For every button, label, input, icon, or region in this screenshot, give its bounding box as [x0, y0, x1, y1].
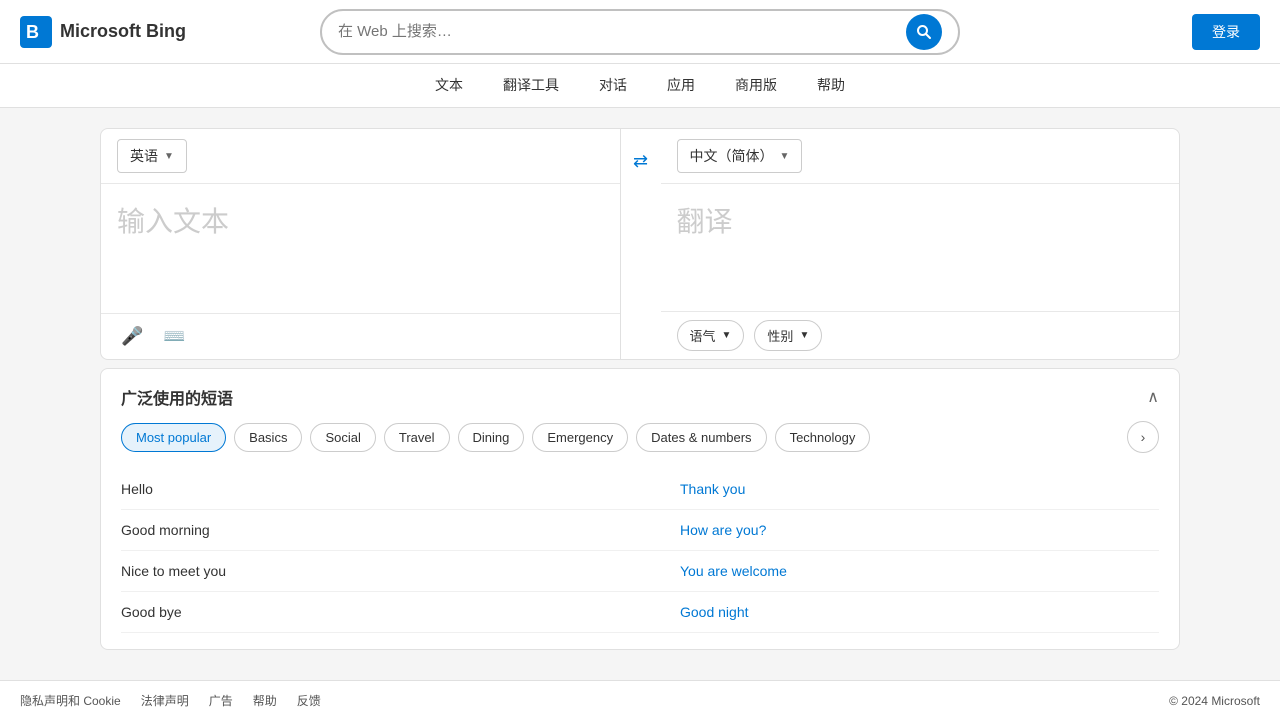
phrases-section: 广泛使用的短语 ∧ Most popular Basics Social Tra…: [100, 368, 1180, 650]
source-lang-selector: 英语 ▼: [101, 129, 620, 184]
phrase-good-morning[interactable]: Good morning: [121, 510, 640, 551]
nav-item-conversation[interactable]: 对话: [595, 63, 631, 109]
tone-dropdown[interactable]: 语气 ▼: [677, 320, 745, 351]
source-lang-arrow-icon: ▼: [164, 151, 174, 162]
nav: 文本 翻译工具 对话 应用 商用版 帮助: [0, 64, 1280, 108]
nav-item-translate[interactable]: 翻译工具: [499, 63, 563, 109]
phrase-hello[interactable]: Hello: [121, 469, 640, 510]
header-right: 登录: [1060, 14, 1260, 50]
nav-item-enterprise[interactable]: 商用版: [731, 63, 781, 109]
target-lang-label: 中文（简体）: [690, 146, 774, 166]
gender-arrow-icon: ▼: [799, 330, 809, 341]
footer-link-feedback[interactable]: 反馈: [297, 692, 321, 709]
phrase-how-are-you[interactable]: How are you?: [640, 510, 1159, 551]
phrase-nice-to-meet-you[interactable]: Nice to meet you: [121, 551, 640, 592]
tabs-next-button[interactable]: ›: [1127, 421, 1159, 453]
phrases-list: Hello Thank you Good morning How are you…: [121, 469, 1159, 633]
gender-label: 性别: [767, 326, 793, 345]
search-bar: [320, 9, 960, 55]
target-tools: 语气 ▼ 性别 ▼: [661, 311, 1180, 359]
source-placeholder: 输入文本: [117, 206, 229, 237]
tab-most-popular[interactable]: Most popular: [121, 423, 226, 452]
phrases-header: 广泛使用的短语 ∧: [121, 385, 1159, 409]
microphone-button[interactable]: 🎤: [117, 322, 147, 351]
source-panel: 英语 ▼ 输入文本 🎤 ⌨️: [101, 129, 621, 359]
tone-label: 语气: [690, 326, 716, 345]
tab-dining[interactable]: Dining: [458, 423, 525, 452]
target-lang-arrow-icon: ▼: [780, 151, 790, 162]
source-lang-label: 英语: [130, 146, 158, 166]
phrases-title: 广泛使用的短语: [121, 385, 233, 409]
tab-travel[interactable]: Travel: [384, 423, 450, 452]
gender-dropdown[interactable]: 性别 ▼: [754, 320, 822, 351]
search-button[interactable]: [906, 14, 942, 50]
footer-copyright: © 2024 Microsoft: [1169, 694, 1260, 708]
target-lang-selector: 中文（简体） ▼: [661, 129, 1180, 184]
tab-basics[interactable]: Basics: [234, 423, 302, 452]
tab-social[interactable]: Social: [310, 423, 375, 452]
logo-text: Microsoft Bing: [60, 21, 186, 42]
footer-link-help[interactable]: 帮助: [253, 692, 277, 709]
logo-area: B Microsoft Bing: [20, 16, 220, 48]
keyboard-button[interactable]: ⌨️: [159, 322, 189, 351]
target-lang-dropdown[interactable]: 中文（简体） ▼: [677, 139, 803, 173]
nav-item-apps[interactable]: 应用: [663, 63, 699, 109]
search-bar-container: [220, 9, 1060, 55]
translator-top: 英语 ▼ 输入文本 🎤 ⌨️ ⇄ 中文（简体）: [101, 129, 1179, 359]
source-tools: 🎤 ⌨️: [101, 313, 620, 359]
source-text-area: 输入文本: [101, 184, 620, 313]
footer-link-legal[interactable]: 法律声明: [141, 692, 189, 709]
swap-languages-button[interactable]: ⇄: [621, 141, 661, 181]
nav-item-text[interactable]: 文本: [431, 63, 467, 109]
translation-placeholder: 翻译: [677, 206, 733, 237]
svg-text:B: B: [26, 22, 39, 42]
phrase-you-are-welcome[interactable]: You are welcome: [640, 551, 1159, 592]
collapse-button[interactable]: ∧: [1147, 387, 1159, 407]
nav-item-help[interactable]: 帮助: [813, 63, 849, 109]
tab-dates-numbers[interactable]: Dates & numbers: [636, 423, 766, 452]
tone-arrow-icon: ▼: [722, 330, 732, 341]
main-content: 英语 ▼ 输入文本 🎤 ⌨️ ⇄ 中文（简体）: [0, 108, 1280, 670]
phrase-thank-you[interactable]: Thank you: [640, 469, 1159, 510]
bing-logo-icon: B: [20, 16, 52, 48]
phrase-good-bye[interactable]: Good bye: [121, 592, 640, 633]
translator: 英语 ▼ 输入文本 🎤 ⌨️ ⇄ 中文（简体）: [100, 128, 1180, 360]
search-input[interactable]: [338, 23, 898, 40]
tab-emergency[interactable]: Emergency: [532, 423, 628, 452]
target-panel: 中文（简体） ▼ 翻译 语气 ▼ 性别 ▼: [661, 129, 1180, 359]
footer-link-privacy[interactable]: 隐私声明和 Cookie: [20, 692, 121, 709]
footer-link-ads[interactable]: 广告: [209, 692, 233, 709]
phrase-good-night[interactable]: Good night: [640, 592, 1159, 633]
header: B Microsoft Bing 登录: [0, 0, 1280, 64]
tab-technology[interactable]: Technology: [775, 423, 871, 452]
footer: 隐私声明和 Cookie 法律声明 广告 帮助 反馈 © 2024 Micros…: [0, 680, 1280, 720]
source-lang-dropdown[interactable]: 英语 ▼: [117, 139, 187, 173]
target-text-area: 翻译: [661, 184, 1180, 311]
phrases-tabs: Most popular Basics Social Travel Dining…: [121, 421, 1159, 453]
search-icon: [916, 24, 932, 40]
login-button[interactable]: 登录: [1192, 14, 1260, 50]
